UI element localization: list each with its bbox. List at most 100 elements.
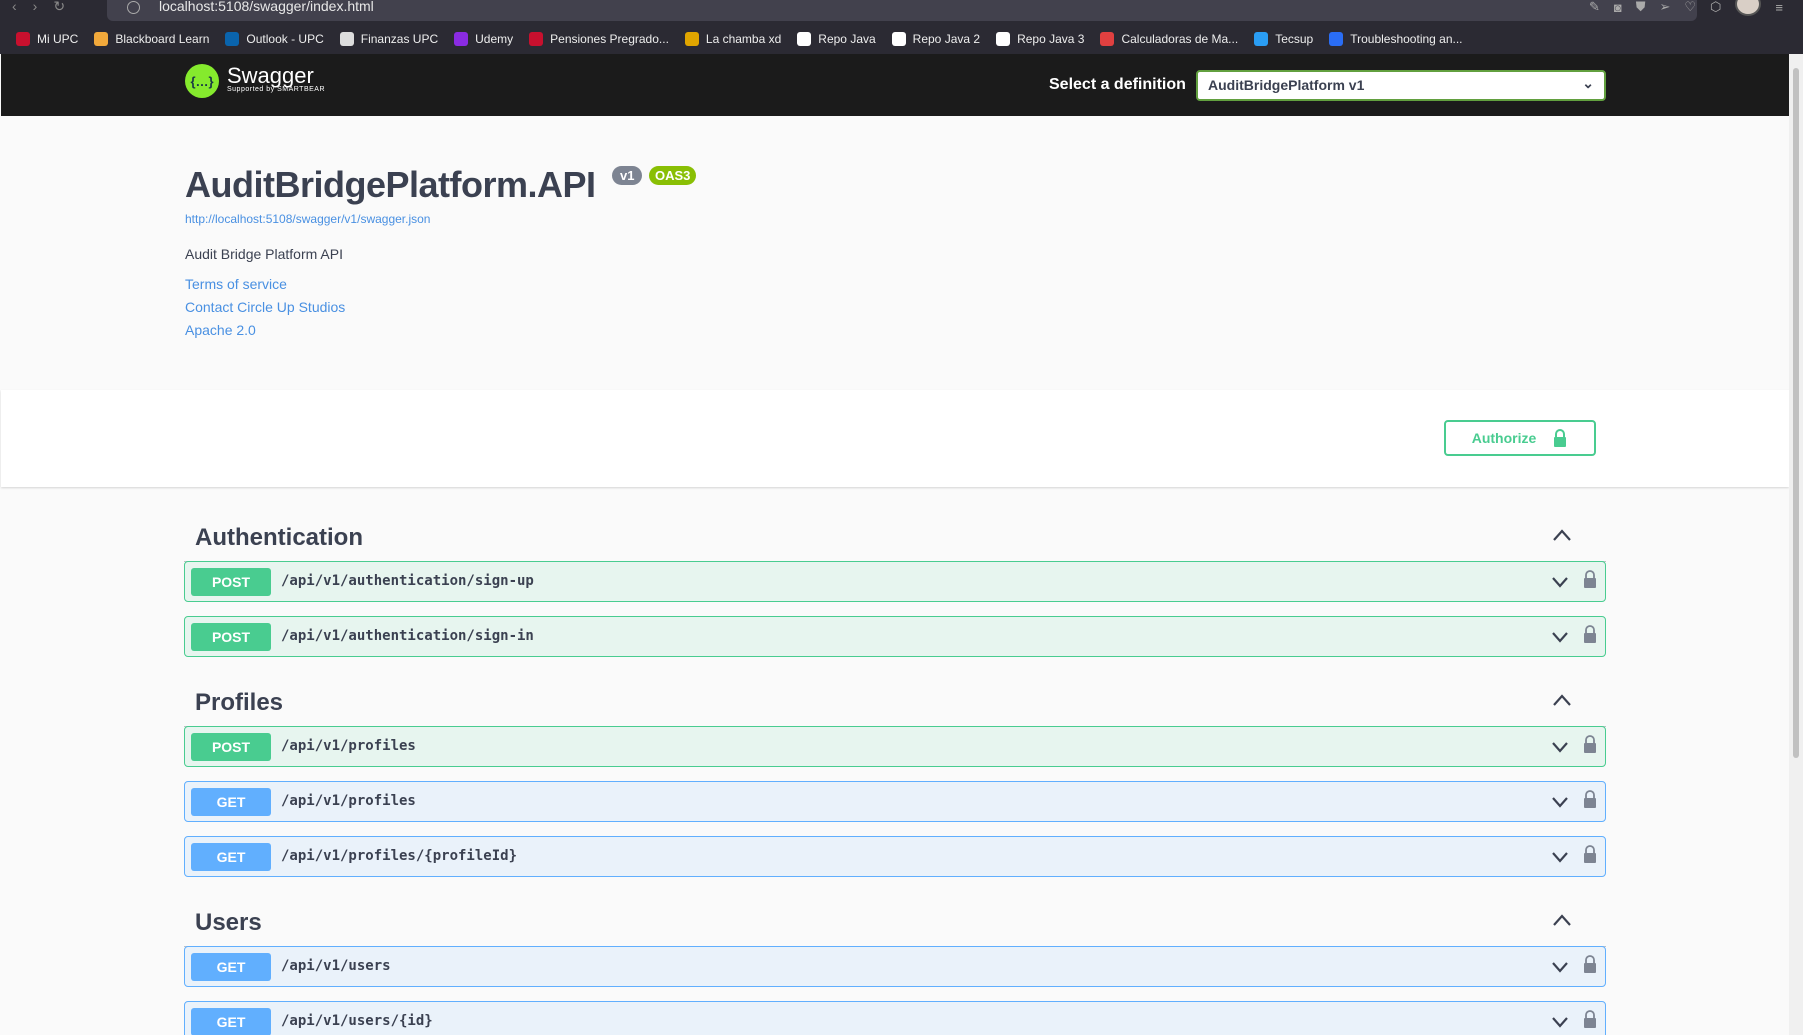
lock-icon — [1554, 429, 1567, 447]
shield-icon[interactable]: ⛊ — [1636, 0, 1646, 15]
license-link[interactable]: Apache 2.0 — [185, 322, 256, 338]
menu-icon[interactable]: ≡ — [1775, 0, 1783, 15]
terms-link[interactable]: Terms of service — [185, 276, 287, 292]
bookmark-label: La chamba xd — [705, 31, 782, 46]
method-badge: POST — [191, 623, 271, 651]
bookmark-label: Mi UPC — [37, 31, 79, 46]
lock-icon[interactable] — [1583, 1010, 1597, 1029]
forward-icon[interactable]: › — [33, 0, 38, 14]
bookmarks-bar: Mi UPC Blackboard Learn Outlook - UPC Finan… — [0, 23, 1803, 54]
operation-row[interactable]: GET/api/v1/users — [184, 946, 1606, 987]
browser-nav: ‹ › ↻ — [12, 0, 65, 14]
bookmark-label: Pensiones Pregrado... — [550, 31, 669, 46]
bookmark-item[interactable]: Blackboard Learn — [94, 31, 209, 46]
definition-select[interactable]: AuditBridgePlatform v1 ⌄ — [1196, 70, 1606, 101]
back-icon[interactable]: ‹ — [12, 0, 17, 14]
bookmark-icon — [996, 31, 1011, 46]
lock-icon[interactable] — [1583, 625, 1597, 644]
bookmark-item[interactable]: La chamba xd — [684, 31, 782, 46]
tag-section-profiles[interactable]: Profiles — [184, 677, 1606, 727]
chevron-up-icon[interactable] — [1552, 528, 1572, 542]
bookmark-item[interactable]: Calculadoras de Ma... — [1100, 31, 1239, 46]
method-badge: POST — [191, 568, 271, 596]
address-bar[interactable]: localhost:5108/swagger/index.html — [107, 0, 1697, 21]
operation-path: /api/v1/authentication/sign-in — [281, 628, 534, 644]
operation-path: /api/v1/users — [281, 958, 391, 974]
method-badge: GET — [191, 843, 271, 871]
swagger-topbar: {…} Swagger Supported by SMARTBEAR Selec… — [1, 54, 1789, 116]
spec-url-link[interactable]: http://localhost:5108/swagger/v1/swagger… — [185, 212, 430, 226]
api-info: AuditBridgePlatform.API v1 OAS3 http://l… — [1, 116, 1789, 390]
heart-icon[interactable]: ♡ — [1684, 0, 1696, 15]
bookmark-icon — [16, 31, 30, 46]
bookmark-item[interactable]: Finanzas UPC — [339, 31, 438, 46]
operation-row[interactable]: GET/api/v1/users/{id} — [184, 1001, 1606, 1035]
operation-row[interactable]: POST/api/v1/authentication/sign-in — [184, 616, 1606, 657]
lock-icon[interactable] — [1583, 790, 1597, 809]
method-badge: GET — [191, 1008, 271, 1035]
chevron-down-icon[interactable] — [1551, 740, 1569, 753]
contact-link[interactable]: Contact Circle Up Studios — [185, 299, 345, 315]
tag-name: Authentication — [195, 524, 363, 551]
page-title: AuditBridgePlatform.API — [185, 164, 596, 205]
lock-icon[interactable] — [1583, 735, 1597, 754]
chevron-up-icon[interactable] — [1552, 693, 1572, 707]
bookmark-item[interactable]: Repo Java 3 — [996, 31, 1085, 46]
bookmark-label: Repo Java 3 — [1017, 31, 1085, 46]
avatar[interactable] — [1735, 0, 1762, 16]
chevron-down-icon[interactable] — [1551, 850, 1569, 863]
operation-row[interactable]: POST/api/v1/authentication/sign-up — [184, 561, 1606, 602]
scrollbar[interactable] — [1789, 54, 1803, 1035]
bookmark-icon — [797, 31, 812, 46]
chevron-down-icon[interactable] — [1551, 630, 1569, 643]
lock-icon[interactable] — [1583, 955, 1597, 974]
chevron-down-icon[interactable] — [1551, 1015, 1569, 1028]
tag-section-users[interactable]: Users — [184, 897, 1606, 947]
definition-value: AuditBridgePlatform v1 — [1208, 77, 1365, 93]
bookmark-icon — [1254, 31, 1269, 46]
bookmark-item[interactable]: Outlook - UPC — [225, 31, 324, 46]
authorize-label: Authorize — [1471, 430, 1537, 446]
chevron-down-icon[interactable] — [1551, 960, 1569, 973]
swagger-logo[interactable]: {…} Swagger Supported by SMARTBEAR — [185, 64, 325, 98]
reload-icon[interactable]: ↻ — [53, 0, 65, 14]
bookmark-item[interactable]: Repo Java — [797, 31, 876, 46]
lock-icon[interactable] — [1583, 570, 1597, 589]
bookmark-icon — [225, 31, 240, 46]
tag-section-authentication[interactable]: Authentication — [184, 512, 1606, 562]
operation-row[interactable]: POST/api/v1/profiles — [184, 726, 1606, 767]
bookmark-label: Tecsup — [1275, 31, 1314, 46]
method-badge: POST — [191, 733, 271, 761]
bookmark-item[interactable]: Troubleshooting an... — [1329, 31, 1463, 46]
bookmark-item[interactable]: Pensiones Pregrado... — [529, 31, 669, 46]
bookmark-label: Outlook - UPC — [246, 31, 324, 46]
bookmark-item[interactable]: Udemy — [454, 31, 514, 46]
send-icon[interactable]: ➢ — [1659, 0, 1670, 15]
browser-toolbar: ‹ › ↻ localhost:5108/swagger/index.html … — [0, 0, 1803, 23]
swagger-logo-icon: {…} — [185, 64, 219, 98]
camera-icon[interactable]: ◙ — [1614, 0, 1622, 15]
address-text: localhost:5108/swagger/index.html — [159, 0, 374, 14]
chevron-down-icon: ⌄ — [1582, 75, 1594, 91]
bookmark-label: Calculadoras de Ma... — [1121, 31, 1239, 46]
oas-badge: OAS3 — [649, 166, 697, 185]
method-badge: GET — [191, 788, 271, 816]
extensions-icon[interactable]: ⬡ — [1710, 0, 1721, 15]
api-description: Audit Bridge Platform API — [185, 246, 343, 262]
bookmark-item[interactable]: Repo Java 2 — [891, 31, 980, 46]
bookmark-label: Repo Java — [818, 31, 876, 46]
operation-path: /api/v1/users/{id} — [281, 1013, 433, 1029]
bookmark-label: Udemy — [475, 31, 514, 46]
lock-icon[interactable] — [1583, 845, 1597, 864]
scrollbar-thumb[interactable] — [1793, 68, 1799, 758]
bookmark-item[interactable]: Tecsup — [1254, 31, 1314, 46]
operation-row[interactable]: GET/api/v1/profiles — [184, 781, 1606, 822]
logo-sub: Supported by SMARTBEAR — [227, 86, 326, 93]
bookmark-item[interactable]: Mi UPC — [16, 31, 79, 46]
edit-icon[interactable]: ✎ — [1589, 0, 1600, 15]
chevron-down-icon[interactable] — [1551, 795, 1569, 808]
chevron-down-icon[interactable] — [1551, 575, 1569, 588]
chevron-up-icon[interactable] — [1552, 913, 1572, 927]
operation-row[interactable]: GET/api/v1/profiles/{profileId} — [184, 836, 1606, 877]
authorize-button[interactable]: Authorize — [1444, 420, 1596, 456]
